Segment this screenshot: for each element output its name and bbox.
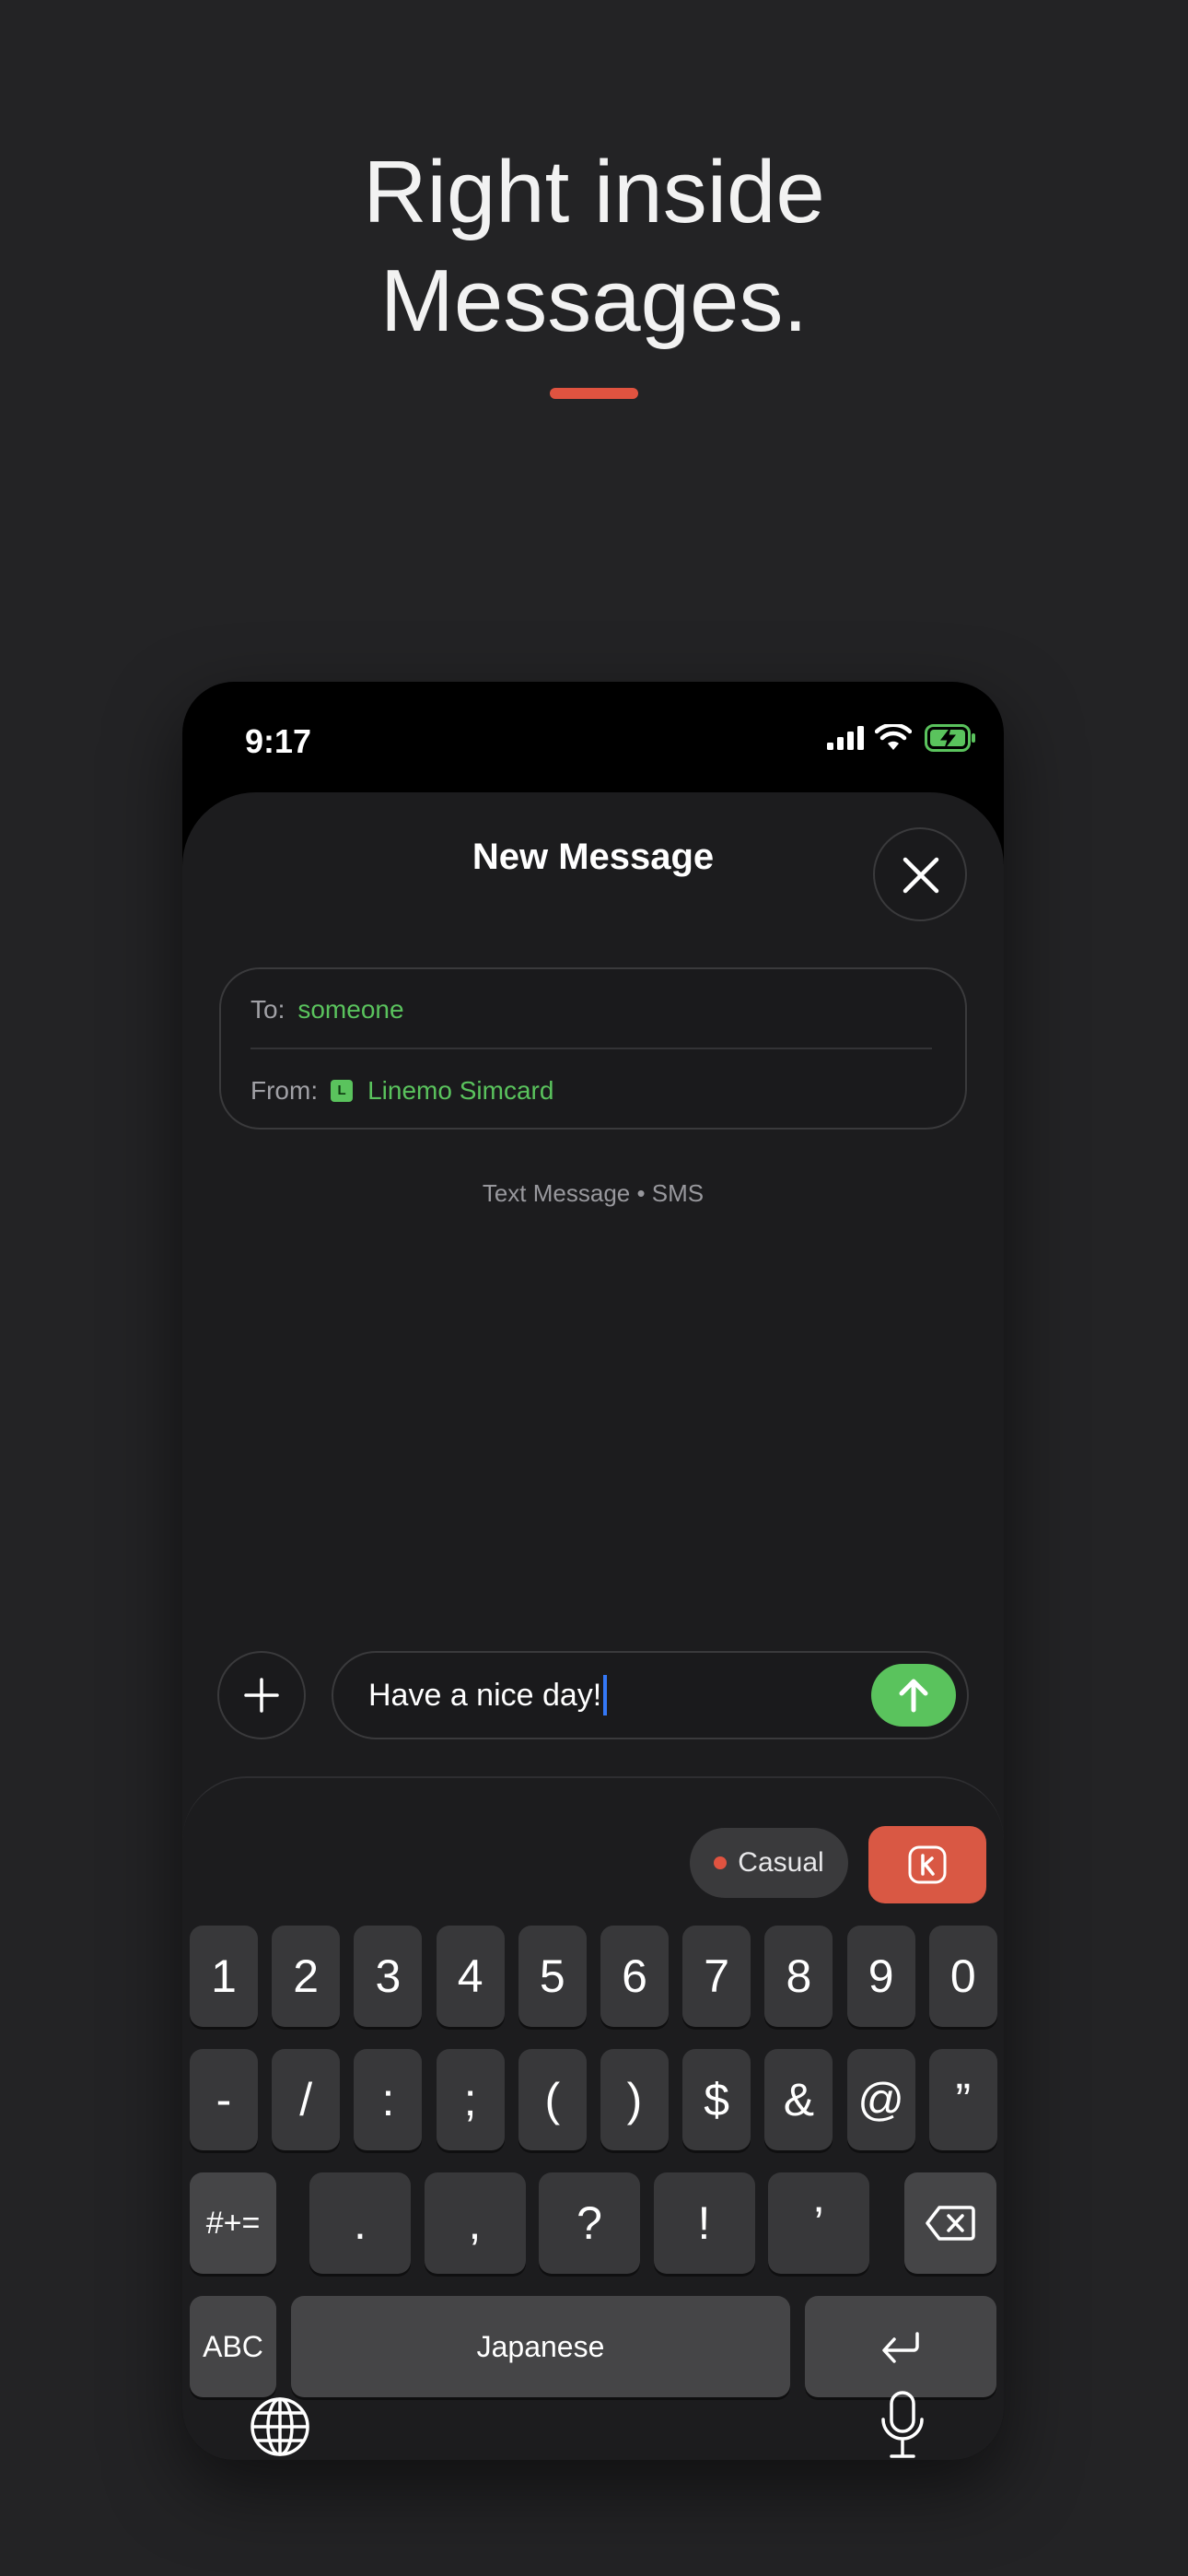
sim-badge-icon: L	[331, 1080, 354, 1102]
close-button[interactable]	[873, 827, 967, 921]
to-label: To:	[250, 995, 285, 1024]
new-message-sheet: New Message To: someone From: L Linemo S…	[182, 792, 1004, 2460]
headline-line-2: Messages.	[379, 252, 809, 350]
accent-underline	[550, 388, 638, 399]
headline-line-1: Right inside	[363, 143, 825, 241]
microphone-icon[interactable]	[879, 2390, 926, 2460]
field-divider	[250, 1048, 932, 1049]
from-field[interactable]: From: L Linemo Simcard	[250, 1071, 553, 1111]
key-row3-1[interactable]: ,	[424, 2172, 526, 2274]
plus-icon	[244, 1678, 279, 1713]
wifi-icon	[875, 724, 912, 750]
key-row2-6[interactable]: $	[682, 2049, 751, 2150]
text-caret	[603, 1675, 608, 1715]
to-recipient[interactable]: someone	[297, 995, 403, 1025]
tone-dot-icon	[714, 1856, 728, 1869]
key-row1-4[interactable]: 5	[518, 1926, 587, 2027]
recipient-card: To: someone From: L Linemo Simcard	[219, 967, 967, 1130]
key-row1-7[interactable]: 8	[764, 1926, 833, 2027]
space-key[interactable]: Japanese	[291, 2296, 790, 2397]
key-row2-7[interactable]: &	[764, 2049, 833, 2150]
return-icon	[882, 2332, 919, 2363]
key-row2-2[interactable]: :	[354, 2049, 423, 2150]
key-row3-3[interactable]: !	[653, 2172, 755, 2274]
key-row1-5[interactable]: 6	[600, 1926, 669, 2027]
battery-icon	[925, 724, 975, 752]
phone-frame: 9:17 New Message To: someone From: L Lin…	[182, 682, 1004, 2460]
keyboard-app-button[interactable]	[868, 1826, 986, 1903]
globe-icon[interactable]	[249, 2395, 311, 2458]
key-row2-4[interactable]: (	[518, 2049, 587, 2150]
key-row3-2[interactable]: ?	[539, 2172, 640, 2274]
delete-icon	[926, 2206, 975, 2241]
message-input[interactable]: Have a nice day!	[332, 1651, 969, 1739]
tone-label: Casual	[738, 1847, 824, 1878]
key-row2-9[interactable]: ”	[928, 2049, 997, 2150]
close-icon	[903, 857, 939, 894]
key-row3-4[interactable]: ’	[768, 2172, 869, 2274]
key-row2-3[interactable]: ;	[436, 2049, 505, 2150]
message-text[interactable]: Have a nice day!	[368, 1675, 608, 1715]
key-row1-1[interactable]: 2	[272, 1926, 341, 2027]
key-row1-2[interactable]: 3	[354, 1926, 423, 2027]
key-row1-6[interactable]: 7	[682, 1926, 751, 2027]
k-logo-icon	[908, 1845, 947, 1884]
abc-key[interactable]: ABC	[190, 2296, 276, 2397]
key-row1-0[interactable]: 1	[190, 1926, 258, 2027]
key-row1-9[interactable]: 0	[928, 1926, 997, 2027]
send-button[interactable]	[871, 1664, 956, 1727]
to-field[interactable]: To: someone	[250, 989, 404, 1030]
key-row2-0[interactable]: -	[190, 2049, 258, 2150]
from-label: From:	[250, 1076, 319, 1105]
keyboard: Casual #+= ABC Japanese 1 2 3 4 5 6 7 8 …	[182, 1776, 1004, 2460]
from-sim[interactable]: Linemo Simcard	[367, 1076, 553, 1106]
message-type-caption: Text Message • SMS	[482, 1179, 705, 1207]
message-text-value: Have a nice day!	[368, 1677, 602, 1713]
add-attachment-button[interactable]	[217, 1651, 306, 1739]
key-row2-5[interactable]: )	[600, 2049, 669, 2150]
cellular-icon	[827, 726, 864, 750]
key-row2-1[interactable]: /	[272, 2049, 341, 2150]
key-row2-8[interactable]: @	[846, 2049, 915, 2150]
status-time: 9:17	[245, 722, 312, 760]
headline: Right inside Messages.	[0, 138, 1188, 356]
tone-selector[interactable]: Casual	[690, 1828, 848, 1898]
key-row1-8[interactable]: 9	[846, 1926, 915, 2027]
return-key[interactable]	[805, 2296, 996, 2397]
key-row3-0[interactable]: .	[309, 2172, 411, 2274]
key-row1-3[interactable]: 4	[436, 1926, 505, 2027]
arrow-up-icon	[899, 1679, 928, 1713]
shift-symbols-key[interactable]: #+=	[190, 2172, 276, 2274]
delete-key[interactable]	[904, 2172, 996, 2274]
